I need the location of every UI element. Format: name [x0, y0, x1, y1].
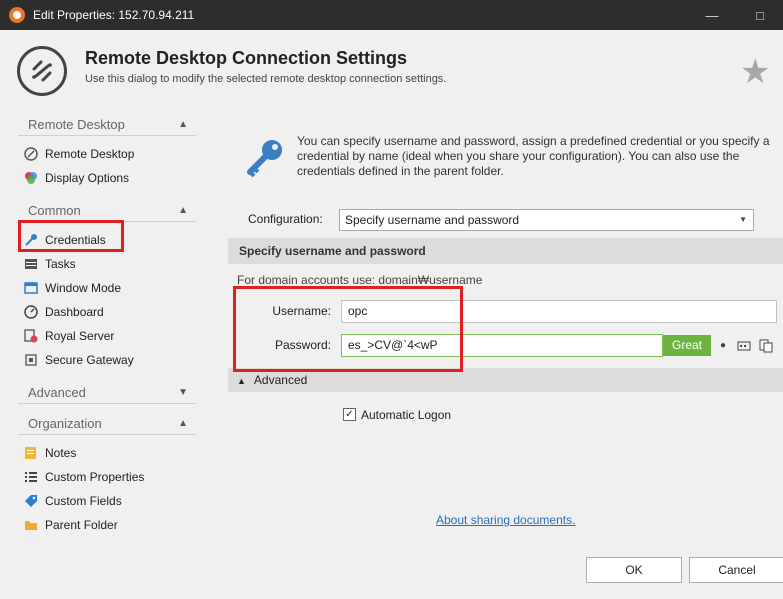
cancel-button[interactable]: Cancel	[689, 557, 783, 583]
window-title: Edit Properties: 152.70.94.211	[33, 8, 195, 22]
sidebar-item-label: Remote Desktop	[45, 147, 135, 161]
section-organization[interactable]: Organization ▲	[18, 413, 196, 435]
section-label: Remote Desktop	[28, 117, 125, 132]
sidebar-item-label: Tasks	[45, 257, 76, 271]
sidebar-item-parent-folder[interactable]: Parent Folder	[24, 514, 118, 536]
custom-fields-icon	[24, 494, 38, 508]
window-mode-icon	[24, 281, 38, 295]
sidebar-item-label: Secure Gateway	[45, 353, 134, 367]
royal-server-icon	[24, 329, 38, 343]
configuration-dropdown[interactable]: Specify username and password ▼	[339, 209, 754, 231]
sidebar-item-label: Notes	[45, 446, 77, 460]
sidebar-item-custom-properties[interactable]: Custom Properties	[24, 466, 144, 488]
sidebar-item-secure-gateway[interactable]: Secure Gateway	[24, 349, 134, 371]
section-title: Specify username and password	[228, 238, 783, 264]
section-remote-desktop[interactable]: Remote Desktop ▲	[18, 114, 196, 136]
sidebar-item-label: Custom Properties	[45, 470, 145, 484]
sidebar-item-tasks[interactable]: Tasks	[24, 253, 76, 275]
highlight-credentials	[18, 220, 124, 252]
dialog-title: Remote Desktop Connection Settings	[85, 48, 408, 68]
sidebar-item-label: Dashboard	[45, 305, 104, 319]
tasks-icon	[24, 257, 38, 271]
show-password-icon[interactable]: ●	[712, 335, 734, 356]
copy-icon[interactable]	[755, 335, 777, 356]
section-label: Organization	[28, 416, 102, 431]
sidebar-item-label: Window Mode	[45, 281, 122, 295]
section-label: Common	[28, 203, 81, 218]
chevron-down-icon: ▼	[178, 387, 188, 398]
chevron-up-icon: ▲	[178, 119, 188, 130]
remote-desktop-icon	[24, 147, 38, 161]
sidebar-item-custom-fields[interactable]: Custom Fields	[24, 490, 122, 512]
dashboard-icon	[24, 305, 38, 319]
domain-note: For domain accounts use: domain₩username	[237, 273, 483, 287]
title-bar: Edit Properties: 152.70.94.211 — □	[0, 0, 783, 30]
password-strength-badge: Great	[663, 335, 711, 356]
folder-icon	[24, 518, 38, 532]
sidebar-item-window-mode[interactable]: Window Mode	[24, 277, 121, 299]
display-options-icon	[24, 171, 38, 185]
highlight-login-fields	[233, 286, 463, 372]
sidebar: Remote Desktop ▲ Remote Desktop Display …	[0, 108, 198, 599]
configuration-label: Configuration:	[248, 212, 323, 226]
chevron-up-icon: ▲	[237, 376, 246, 386]
secure-gateway-icon	[24, 353, 38, 367]
section-advanced[interactable]: Advanced ▼	[18, 382, 196, 404]
sidebar-item-dashboard[interactable]: Dashboard	[24, 301, 104, 323]
sidebar-item-label: Royal Server	[45, 329, 115, 343]
custom-properties-icon	[24, 470, 38, 484]
sidebar-item-label: Display Options	[45, 171, 130, 185]
sidebar-item-royal-server[interactable]: Royal Server	[24, 325, 114, 347]
sidebar-item-display-options[interactable]: Display Options	[24, 167, 129, 189]
automatic-logon-label[interactable]: Automatic Logon	[361, 408, 451, 422]
favorite-star-icon[interactable]: ★	[740, 52, 770, 92]
maximize-button[interactable]: □	[737, 0, 783, 30]
sidebar-item-label: Parent Folder	[45, 518, 118, 532]
automatic-logon-checkbox[interactable]: ✓	[343, 408, 356, 421]
section-label: Advanced	[28, 385, 86, 400]
chevron-up-icon: ▲	[178, 205, 188, 216]
key-icon	[242, 136, 288, 182]
dialog-header: Remote Desktop Connection Settings Use t…	[0, 30, 783, 108]
ok-button[interactable]: OK	[586, 557, 682, 583]
password-generator-icon[interactable]	[733, 335, 755, 356]
sidebar-item-label: Custom Fields	[45, 494, 122, 508]
advanced-label: Advanced	[253, 373, 308, 387]
app-icon	[9, 7, 25, 23]
configuration-value: Specify username and password	[345, 213, 520, 227]
dialog-subtitle: Use this dialog to modify the selected r…	[85, 73, 447, 85]
about-sharing-link[interactable]: About sharing documents.	[436, 513, 575, 527]
chevron-down-icon: ▼	[739, 215, 747, 224]
chevron-up-icon: ▲	[178, 418, 188, 429]
sidebar-item-notes[interactable]: Notes	[24, 442, 76, 464]
sidebar-item-remote-desktop[interactable]: Remote Desktop	[24, 143, 134, 165]
remote-desktop-icon	[17, 46, 67, 96]
section-common[interactable]: Common ▲	[18, 200, 196, 222]
info-text: You can specify username and password, a…	[297, 134, 770, 178]
notes-icon	[24, 446, 38, 460]
minimize-button[interactable]: —	[689, 0, 735, 30]
